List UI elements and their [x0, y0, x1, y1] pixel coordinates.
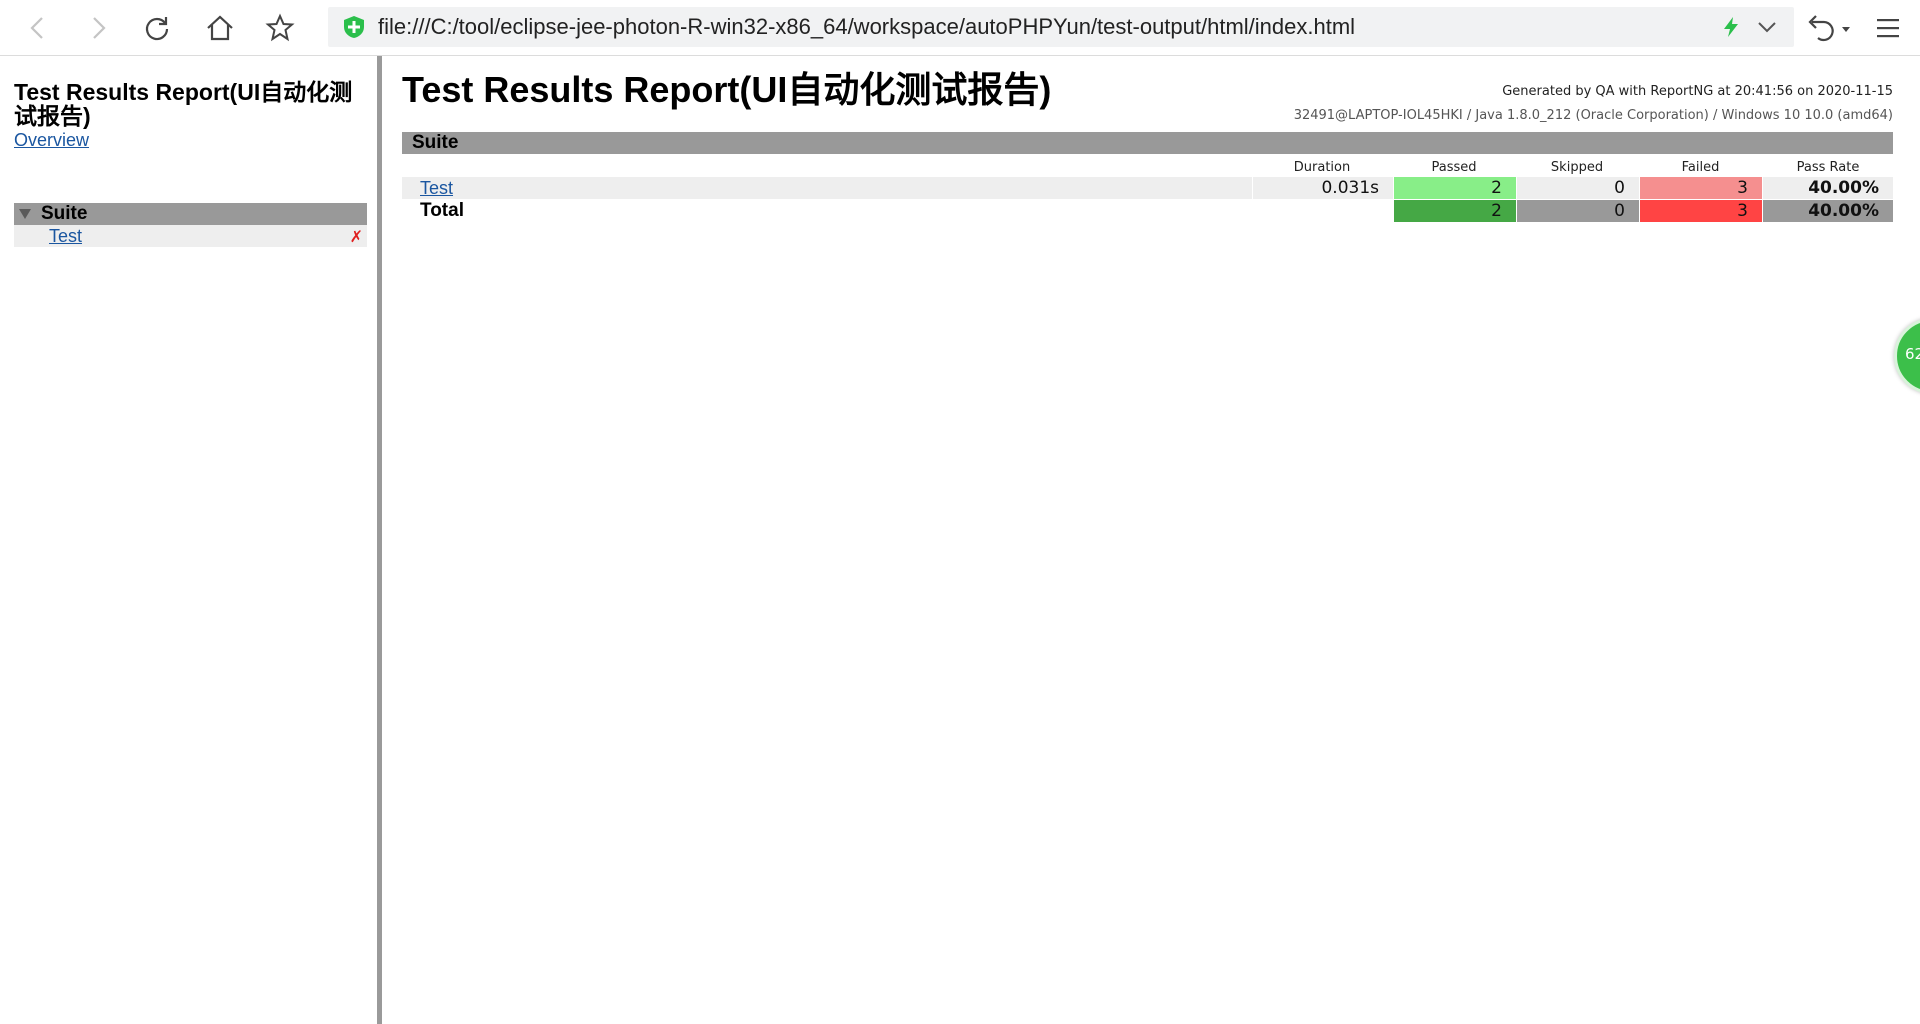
shield-icon	[344, 16, 364, 38]
reload-button[interactable]	[139, 10, 175, 46]
duration-cell: 0.031s	[1253, 177, 1393, 199]
test-link[interactable]: Test	[420, 177, 453, 199]
failed-cross-icon: ✗	[349, 227, 363, 246]
back-button[interactable]	[20, 10, 56, 46]
table-header-row: Duration Passed Skipped Failed Pass Rate	[402, 154, 1893, 177]
suite-test-item: Test ✗	[14, 225, 367, 247]
hamburger-menu-icon	[1877, 19, 1899, 38]
overview-link[interactable]: Overview	[14, 130, 89, 151]
system-info: 32491@LAPTOP-IOL45HKI / Java 1.8.0_212 (…	[1293, 108, 1893, 123]
skipped-cell: 0	[1517, 177, 1639, 199]
url-text[interactable]: file:///C:/tool/eclipse-jee-photon-R-win…	[378, 7, 1355, 47]
address-bar[interactable]: file:///C:/tool/eclipse-jee-photon-R-win…	[328, 7, 1794, 47]
test-name-cell: Test	[402, 177, 1252, 199]
undo-close-tab-button[interactable]	[1804, 12, 1858, 44]
navigation-frame: Test Results Report(UI自动化测试报告) Overview …	[0, 56, 382, 1024]
column-header-passed: Passed	[1431, 160, 1477, 175]
suite-label: Suite	[41, 203, 88, 224]
menu-button[interactable]	[1872, 12, 1904, 44]
suite-test-link[interactable]: Test	[49, 225, 82, 247]
passed-cell: 2	[1394, 177, 1516, 199]
page-title: Test Results Report(UI自动化测试报告)	[402, 69, 1052, 110]
failed-cell: 3	[1640, 177, 1762, 199]
total-failed-cell: 3	[1640, 200, 1762, 222]
reload-icon	[145, 17, 169, 41]
pass-rate-cell: 40.00%	[1763, 177, 1893, 199]
main-frame: Test Results Report(UI自动化测试报告) Generated…	[387, 56, 1920, 1024]
home-button[interactable]	[202, 10, 238, 46]
total-label: Total	[420, 200, 464, 221]
total-passed-cell: 2	[1394, 200, 1516, 222]
generated-info: Generated by QA with ReportNG at 20:41:5…	[1502, 84, 1893, 99]
total-pass-rate-cell: 40.00%	[1763, 200, 1893, 222]
back-arrow-icon	[30, 17, 43, 39]
suite-bar-label: Suite	[412, 132, 459, 153]
star-icon	[265, 13, 295, 42]
triangle-down-icon[interactable]	[18, 207, 32, 221]
column-header-pass-rate: Pass Rate	[1796, 160, 1860, 175]
undo-icon	[1808, 15, 1850, 42]
forward-button[interactable]	[80, 10, 116, 46]
suite-header[interactable]: Suite	[14, 203, 367, 225]
column-header-duration: Duration	[1293, 160, 1351, 175]
lightning-icon[interactable]	[1720, 16, 1742, 38]
column-header-skipped: Skipped	[1550, 160, 1604, 175]
report-title: Test Results Report(UI自动化测试报告)	[14, 79, 353, 129]
home-icon	[207, 15, 233, 41]
results-table: Duration Passed Skipped Failed Pass Rate…	[402, 154, 1893, 223]
chevron-down-icon[interactable]	[1756, 16, 1778, 38]
column-header-failed: Failed	[1681, 160, 1720, 175]
floating-badge-text: 62	[1905, 345, 1920, 363]
total-row: Total 2 0 3 40.00%	[402, 200, 1893, 223]
suite-header-bar: Suite	[402, 132, 1893, 154]
table-row: Test 0.031s 2 0 3 40.00%	[402, 177, 1893, 200]
browser-toolbar: file:///C:/tool/eclipse-jee-photon-R-win…	[0, 0, 1920, 56]
total-skipped-cell: 0	[1517, 200, 1639, 222]
bookmark-button[interactable]	[262, 10, 298, 46]
forward-arrow-icon	[93, 17, 106, 39]
